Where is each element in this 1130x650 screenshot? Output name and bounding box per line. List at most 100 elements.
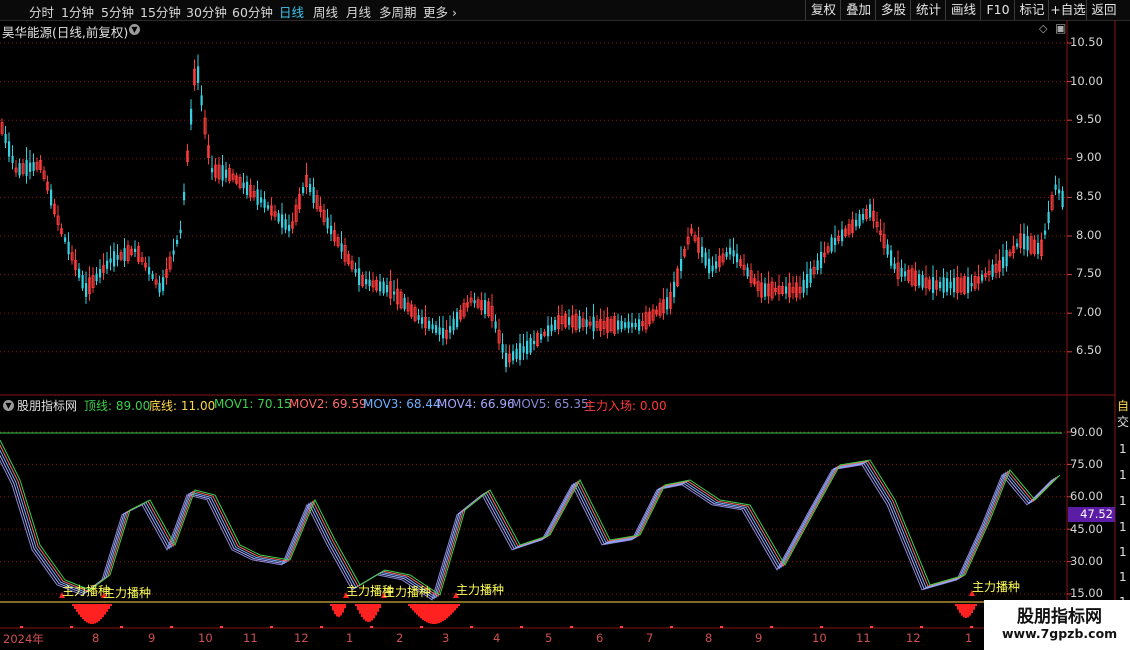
tick-mark [520,626,523,628]
candle-body [8,141,11,157]
entry-bar [436,604,438,624]
entry-bar [450,604,452,615]
candle-body [1002,256,1005,269]
candle-body [893,263,896,270]
entry-bar [76,604,78,612]
date-tick: 3 [442,631,450,645]
candle-body [267,205,270,209]
entry-bar [82,604,84,620]
watermark-name: 股朋指标网 [1017,607,1102,627]
entry-bar [365,604,367,622]
side-panel-char: 1 [1119,545,1127,559]
candle-body [452,318,455,331]
candle-body [368,279,371,287]
date-tick: 10 [198,631,213,645]
candle-body [281,214,284,228]
entry-bar [444,604,446,620]
tick-mark [870,626,873,628]
candle-body [263,199,266,208]
entry-bar [454,604,456,611]
candle-body [862,214,865,220]
top-line-value: 顶线: 89.00 [84,399,151,413]
candle-body [830,237,833,252]
entry-bar [96,604,98,623]
candle-body [970,283,973,287]
candle-body [421,317,424,324]
candle-body [50,189,53,206]
candle-body [200,95,203,106]
candle-body [624,322,627,328]
candle-body [330,225,333,235]
entry-bar [446,604,448,619]
candle-body [522,346,525,353]
candle-body [379,281,382,292]
side-panel-strip[interactable]: 自 交 1 1 1 1 1 1 1 1 [1115,20,1130,650]
entry-bar [424,604,426,622]
candle-body [25,159,28,176]
candle-body [547,325,550,337]
candle-body [354,268,357,273]
date-tick: 9 [148,631,156,645]
candle-body [638,319,641,331]
candle-body [11,156,14,163]
entry-bar [957,604,959,610]
entry-bar [369,604,371,622]
candle-body [820,251,823,269]
entry-bar [416,604,418,615]
entry-bar [100,604,102,620]
entry-bar [84,604,86,622]
candle-body [403,297,406,310]
candle-body [211,168,214,173]
entry-bar [98,604,100,622]
candle-body [540,333,543,340]
indicator-name: 股朋指标网 [17,399,78,413]
candle-body [123,248,126,262]
entry-bar [379,604,381,609]
tick-mark [420,626,423,628]
candle-body [365,279,368,285]
entry-bar [452,604,454,613]
candle-body [358,268,361,286]
candle-body [134,248,137,253]
candle-body [967,277,970,293]
tick-mark [170,626,173,628]
candle-body [627,321,630,329]
mov2-value: MOV2: 69.59 [289,397,367,411]
indicator-tick: 45.00 [1070,522,1103,536]
candle-body [918,274,921,286]
entry-bar [338,604,340,617]
tick-mark [970,626,973,628]
candle-body [78,268,81,278]
date-tick: 4 [493,631,501,645]
candle-body [680,259,683,271]
indicator-tick: 90.00 [1070,425,1103,439]
price-tick: 7.50 [1076,266,1102,280]
indicator-menu-icon[interactable]: ▼ [3,400,14,411]
candle-body [242,182,245,189]
entry-bar [72,604,74,606]
tick-mark [370,626,373,628]
candle-body [484,299,487,315]
candle-body [1023,233,1026,250]
side-panel-char: 交 [1117,415,1130,429]
candle-body [890,250,893,266]
entry-bar [375,604,377,616]
tick-mark [70,626,73,628]
tick-mark [270,626,273,628]
candle-body [221,165,224,181]
date-tick: 6 [596,631,604,645]
candle-body [246,181,249,196]
candle-body [764,283,767,297]
price-tick: 9.50 [1076,112,1102,126]
entry-bar [963,604,965,618]
entry-bar [357,604,359,610]
side-panel-char: 1 [1119,442,1127,456]
candle-body [151,273,154,280]
candle-body [64,237,67,242]
candle-body [501,344,504,353]
entry-bar [428,604,430,624]
entry-bar [969,604,971,616]
candle-body [179,229,182,234]
entry-bar [361,604,363,617]
candle-body [158,282,161,293]
